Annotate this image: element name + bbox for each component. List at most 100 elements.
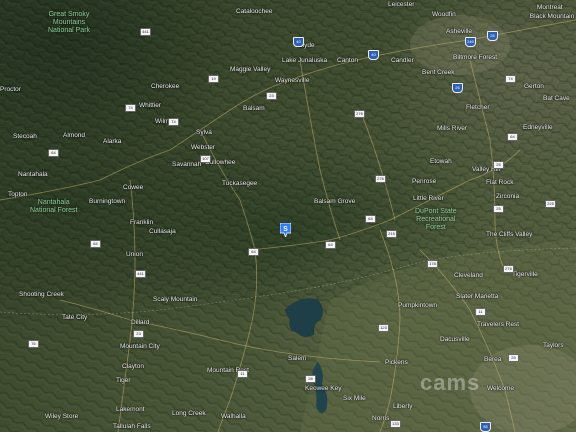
highway-shield-icon: 25 (508, 354, 519, 362)
place-label: Zirconia (496, 193, 520, 200)
place-label: Whittier (139, 102, 162, 109)
place-label: Mountain City (120, 343, 160, 350)
place-label: Norris (372, 415, 390, 422)
place-label: Franklin (130, 219, 154, 226)
place-label: Dillard (131, 319, 150, 326)
protected-area-label-line: Recreational (416, 216, 456, 224)
interstate-shield-icon: 85 (480, 422, 491, 432)
place-label: Taylors (543, 342, 564, 349)
place-label: Maggie Valley (230, 66, 271, 73)
place-label: Burningtown (89, 198, 126, 205)
place-label: The Cliffs Valley (486, 231, 533, 238)
highway-shield-icon: 28 (305, 375, 316, 383)
protected-area-label: Nantahala National Forest (30, 199, 77, 215)
place-label: Berea (484, 356, 502, 363)
highway-shield-icon: 64 (325, 241, 336, 249)
highway-shield-icon: 441 (135, 270, 146, 278)
place-label: Pickens (385, 359, 408, 366)
highway-shield-icon: 276 (503, 265, 514, 273)
place-label: Proctor (0, 86, 21, 93)
place-label: Waynesville (275, 77, 310, 84)
highway-shield-icon: 64 (90, 240, 101, 248)
highway-shield-icon: 276 (354, 110, 365, 118)
place-label: Cullasaja (149, 228, 176, 235)
place-label: Lake Junaluska (282, 57, 328, 64)
place-label: Cleveland (454, 272, 483, 279)
place-label: Tigerville (512, 271, 538, 278)
protected-area-label: DuPont State Recreational Forest (415, 208, 457, 232)
interstate-shield-icon: 26 (452, 83, 463, 93)
place-label: Black Mountain (529, 13, 575, 20)
place-label: Long Creek (172, 410, 206, 417)
protected-area-label-line: Mountains (52, 19, 86, 27)
place-label: Scaly Mountain (153, 296, 198, 303)
property-location-marker[interactable]: S (280, 223, 291, 237)
place-label: Leicester (388, 1, 415, 8)
highway-shield-icon: 23 (133, 330, 144, 338)
protected-area-label-line: National Park (48, 27, 91, 35)
place-label: Tuckasegee (222, 180, 258, 187)
terrain-layer (0, 0, 576, 432)
protected-area-label-line: Great Smoky (48, 11, 90, 18)
highway-shield-icon: 74 (168, 118, 179, 126)
place-label: Cherokee (151, 83, 180, 90)
place-label: Tiger (116, 377, 131, 384)
marker-label: S (283, 226, 288, 233)
map-view[interactable]: Cataloochee Maggie Valley Lake Junaluska Wa… (0, 0, 576, 432)
highway-shield-icon: 23 (266, 92, 277, 100)
place-label: Slater Marietta (456, 293, 499, 300)
place-label: Little River (413, 195, 444, 202)
place-label: Almond (63, 132, 86, 139)
place-label: Etowah (430, 158, 452, 165)
place-label: Balsam (243, 105, 265, 112)
place-label: Webster (191, 144, 216, 151)
highway-shield-icon: 276 (375, 175, 386, 183)
place-label: Cowee (123, 184, 144, 191)
highway-shield-icon: 178 (427, 260, 438, 268)
place-label: Woodfin (432, 11, 456, 18)
highway-shield-icon: 64 (48, 149, 59, 157)
place-label: Alarka (103, 138, 122, 145)
place-label: Dacusville (440, 336, 470, 343)
interstate-shield-icon: 40 (368, 50, 379, 60)
place-label: Pumpkintown (398, 302, 438, 309)
protected-area-label-line: DuPont State (415, 208, 457, 215)
highway-shield-icon: 215 (386, 230, 397, 238)
highway-shield-icon: 107 (200, 155, 211, 163)
place-label: Walhalla (221, 413, 246, 420)
watermark: cams (420, 370, 481, 395)
place-label: Six Mile (343, 395, 366, 402)
place-label: Canton (337, 57, 358, 64)
place-label: Bent Creek (422, 69, 455, 76)
protected-area-label-line: Forest (425, 224, 446, 232)
highway-shield-icon: 123 (378, 324, 389, 332)
place-label: Bat Cave (543, 95, 570, 102)
place-label: Welcome (487, 385, 514, 392)
place-label: Tate City (62, 314, 88, 321)
place-label: Clayton (122, 363, 145, 370)
interstate-shield-icon: 240 (465, 37, 476, 47)
place-label: Nantahala (18, 171, 48, 178)
place-label: Wiley Store (45, 413, 79, 420)
place-label: Shooting Creek (19, 291, 64, 298)
highway-shield-icon: 64 (365, 215, 376, 223)
place-label: Topton (8, 191, 28, 198)
protected-area-label-line: Nantahala (37, 199, 70, 206)
place-label: Lakemont (116, 406, 145, 413)
protected-area-label: Great Smoky Mountains National Park (48, 11, 90, 35)
interstate-shield-icon: 26 (487, 31, 498, 41)
place-label: Edneyville (523, 124, 553, 131)
highway-shield-icon: 225 (545, 200, 556, 208)
highway-shield-icon: 19 (208, 75, 219, 83)
highway-shield-icon: 441 (140, 28, 151, 36)
place-label: Asheville (446, 28, 473, 35)
place-label: Savannah (172, 161, 202, 168)
highway-shield-icon: 74 (505, 75, 516, 83)
place-label: Stecoah (13, 133, 37, 140)
place-label: Liberty (393, 403, 413, 410)
highway-shield-icon: 25 (493, 161, 504, 169)
highway-shield-icon: 76 (28, 340, 39, 348)
place-label: Salem (288, 355, 307, 362)
place-label: Union (126, 251, 143, 258)
highway-shield-icon: 64 (248, 248, 259, 256)
